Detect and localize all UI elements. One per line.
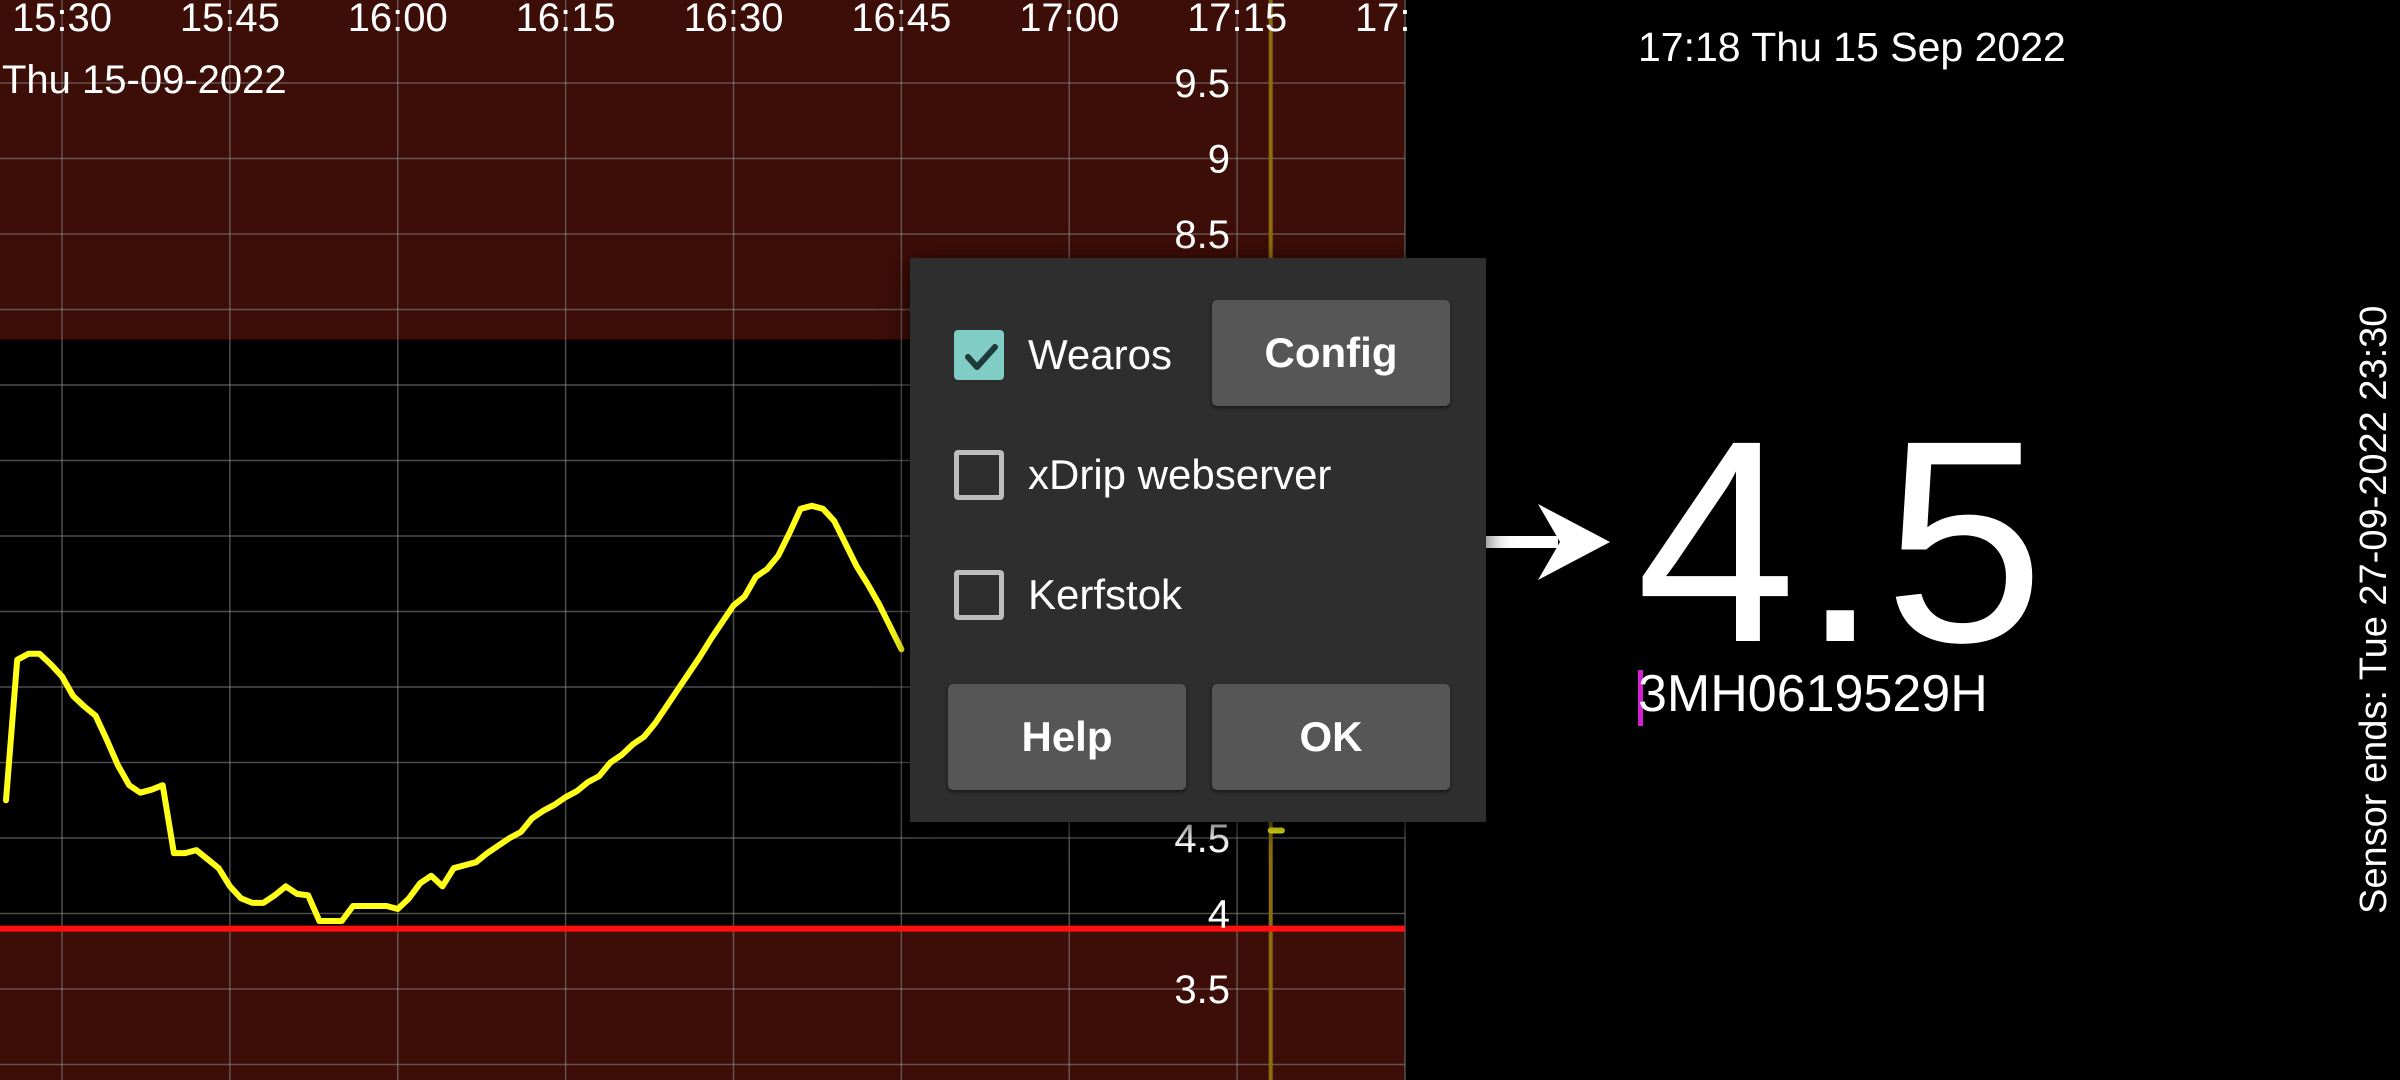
y-tick-label: 4.5 xyxy=(1174,817,1230,861)
broadcast-dialog: Wearos Config xDrip webserver Kerfstok H… xyxy=(910,258,1486,822)
x-tick-label: 16:30 xyxy=(683,0,783,40)
y-tick-label: 9 xyxy=(1208,138,1230,182)
option-kerfstok[interactable]: Kerfstok xyxy=(954,570,1182,620)
app-screen: 15:30 15:45 16:00 16:15 16:30 16:45 17:00 17:15… xyxy=(0,0,2400,1080)
kerfstok-label: Kerfstok xyxy=(1028,571,1183,618)
xdrip-webserver-label: xDrip webserver xyxy=(1028,451,1332,498)
x-tick-label: 17:30 xyxy=(1355,0,1410,40)
check-icon xyxy=(965,344,998,370)
help-button[interactable]: Help xyxy=(948,684,1186,790)
chart-date-label: Thu 15-09-2022 xyxy=(2,58,287,102)
x-tick-label: 15:30 xyxy=(12,0,112,40)
y-tick-label: 8.5 xyxy=(1174,213,1230,257)
x-tick-label: 17:00 xyxy=(1019,0,1119,40)
right-arrow-icon xyxy=(1486,504,1610,580)
wearos-checkbox[interactable] xyxy=(954,330,1004,380)
y-tick-label: 9.5 xyxy=(1174,62,1230,106)
option-wearos[interactable]: Wearos xyxy=(954,330,1172,380)
sensor-ends-label: Sensor ends: Tue 27-09-2022 23:30 xyxy=(2353,305,2395,914)
x-tick-label: 16:00 xyxy=(348,0,448,40)
x-tick-label: 17:15 xyxy=(1187,0,1287,40)
ok-button[interactable]: OK xyxy=(1212,684,1450,790)
xdrip-webserver-checkbox[interactable] xyxy=(954,450,1004,500)
status-clock: 17:18 Thu 15 Sep 2022 xyxy=(1638,24,2066,70)
option-xdrip-webserver[interactable]: xDrip webserver xyxy=(954,450,1331,500)
sensor-serial[interactable]: 3MH0619529H xyxy=(1638,664,1988,724)
x-tick-label: 16:15 xyxy=(516,0,616,40)
x-tick-label: 15:45 xyxy=(180,0,280,40)
glucose-value: 4.5 xyxy=(1636,381,2049,703)
kerfstok-checkbox[interactable] xyxy=(954,570,1004,620)
y-tick-label: 4 xyxy=(1208,893,1230,937)
x-tick-label: 16:45 xyxy=(851,0,951,40)
wearos-label: Wearos xyxy=(1028,331,1172,378)
config-button[interactable]: Config xyxy=(1212,300,1450,406)
y-tick-label: 3.5 xyxy=(1174,968,1230,1012)
